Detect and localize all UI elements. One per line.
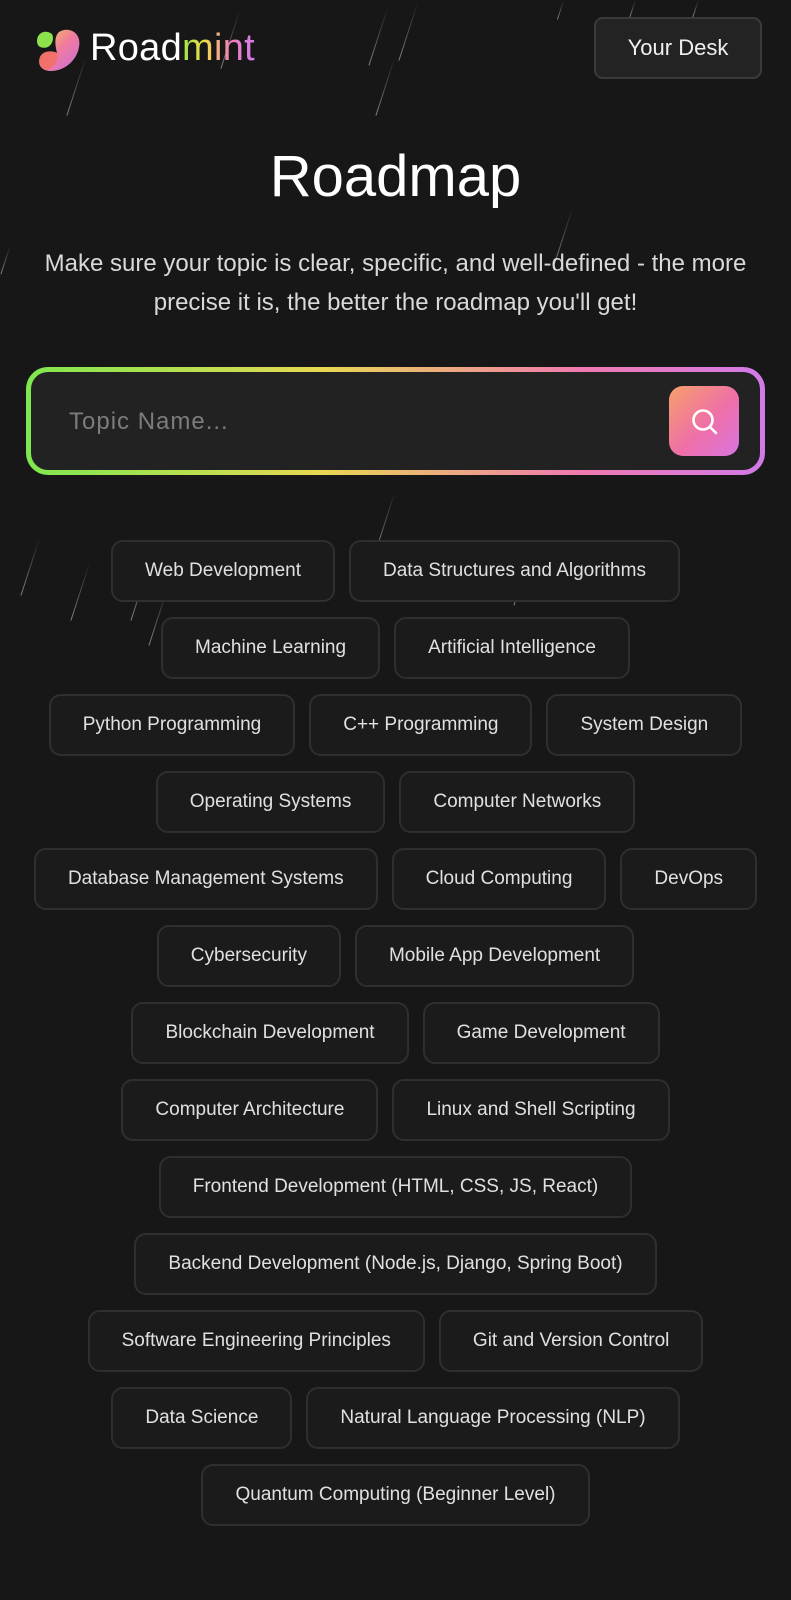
topic-chip[interactable]: Computer Architecture [121, 1079, 379, 1141]
topic-row: Computer Architecture Linux and Shell Scr… [121, 1079, 670, 1141]
topic-row: Software Engineering Principles Git and V… [87, 1310, 704, 1372]
topic-chip[interactable]: Blockchain Development [131, 1002, 409, 1064]
topic-chip[interactable]: Cloud Computing [391, 848, 607, 910]
search-inner [31, 372, 760, 472]
search-bar [26, 367, 765, 475]
search-icon [692, 409, 718, 435]
topic-chip[interactable]: Database Management Systems [33, 848, 378, 910]
topic-chip[interactable]: Data Science [111, 1387, 293, 1449]
topic-chip[interactable]: Mobile App Development [354, 925, 635, 987]
search-button[interactable] [669, 386, 739, 456]
topic-chip[interactable]: Data Structures and Algorithms [348, 540, 680, 602]
brand-prefix: Road [90, 27, 183, 69]
topic-row: Database Management Systems Cloud Computi… [33, 848, 758, 910]
topic-chip[interactable]: Backend Development (Node.js, Django, Sp… [134, 1233, 657, 1295]
topic-row: Web Development Data Structures and Algor… [111, 540, 680, 602]
topic-chip[interactable]: System Design [546, 694, 743, 756]
topic-chip[interactable]: Cybersecurity [156, 925, 341, 987]
topic-row: Python Programming C++ Programming System … [48, 694, 743, 756]
topic-chip[interactable]: Software Engineering Principles [87, 1310, 425, 1372]
roadmint-logo-icon [37, 29, 80, 71]
topic-chip[interactable]: Web Development [111, 540, 335, 602]
page-subtitle: Make sure your topic is clear, specific,… [44, 250, 747, 316]
topic-row: Blockchain Development Game Development [131, 1002, 660, 1064]
topic-chip[interactable]: C++ Programming [309, 694, 533, 756]
topic-row: Data Science Natural Language Processing … [111, 1387, 680, 1449]
topic-row: Backend Development (Node.js, Django, Sp… [134, 1233, 657, 1295]
topic-chip[interactable]: Git and Version Control [438, 1310, 704, 1372]
topic-chip[interactable]: Linux and Shell Scripting [392, 1079, 670, 1141]
brand-accent: mint [182, 27, 256, 69]
topic-row: Operating Systems Computer Networks [155, 771, 636, 833]
topic-chip[interactable]: Machine Learning [161, 617, 381, 679]
topic-row: Cybersecurity Mobile App Development [156, 925, 635, 987]
topic-chip[interactable]: Game Development [422, 1002, 660, 1064]
topic-chip[interactable]: Frontend Development (HTML, CSS, JS, Rea… [158, 1156, 633, 1218]
topic-suggestions: Web Development Data Structures and Algor… [20, 540, 771, 1541]
topic-search-input[interactable] [67, 372, 641, 472]
brand-name[interactable]: Roadmint [90, 26, 255, 70]
topic-chip[interactable]: Computer Networks [399, 771, 636, 833]
topic-chip[interactable]: Quantum Computing (Beginner Level) [201, 1464, 590, 1526]
topic-chip[interactable]: DevOps [620, 848, 758, 910]
topic-row: Quantum Computing (Beginner Level) [201, 1464, 590, 1526]
topic-chip[interactable]: Natural Language Processing (NLP) [306, 1387, 680, 1449]
topic-row: Machine Learning Artificial Intelligence [161, 617, 630, 679]
topic-chip[interactable]: Python Programming [48, 694, 296, 756]
page-title: Roadmap [269, 144, 522, 209]
your-desk-button[interactable]: Your Desk [594, 17, 762, 79]
topic-row: Frontend Development (HTML, CSS, JS, Rea… [158, 1156, 633, 1218]
header: Roadmint Your Desk [0, 0, 791, 96]
topic-chip[interactable]: Artificial Intelligence [394, 617, 630, 679]
topic-chip[interactable]: Operating Systems [155, 771, 386, 833]
